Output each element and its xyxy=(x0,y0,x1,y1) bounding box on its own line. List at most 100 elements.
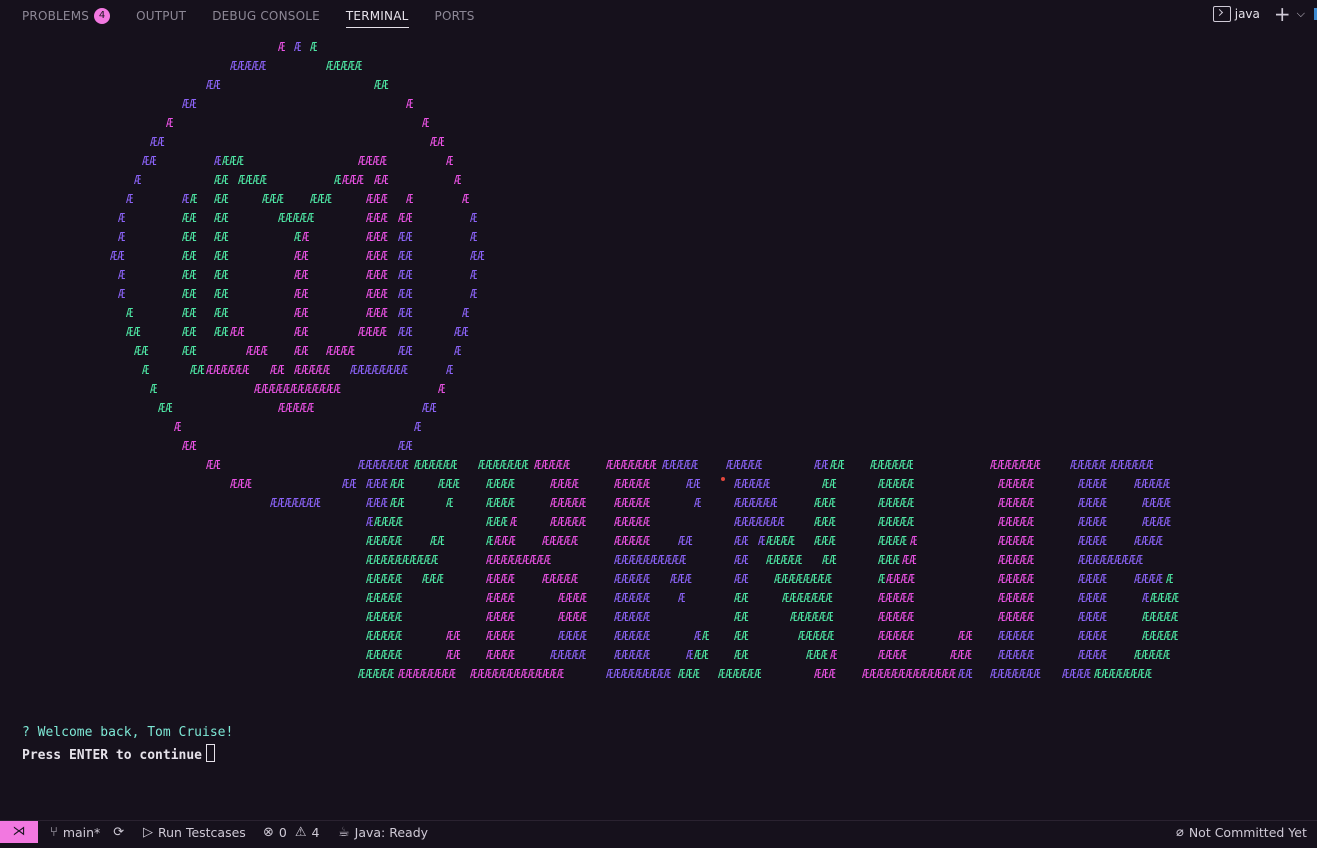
terminal-name: java xyxy=(1234,7,1260,21)
ascii-art-glyphs: ÆÆÆÆ xyxy=(550,477,579,491)
press-enter-text: Press ENTER to continue xyxy=(22,748,203,763)
ascii-art-glyphs: ÆÆ xyxy=(398,325,413,339)
ascii-art-glyphs: ÆÆÆÆÆÆ xyxy=(870,458,914,472)
ascii-art-glyphs: ÆÆ xyxy=(902,553,917,567)
ascii-art-glyphs: ÆÆ xyxy=(190,363,205,377)
ascii-art-glyphs: ÆÆÆÆÆÆÆÆ xyxy=(774,572,832,586)
ascii-art-glyphs: Æ xyxy=(310,40,318,54)
ascii-art-glyphs: Æ xyxy=(470,268,478,282)
ascii-art-glyphs: ÆÆ xyxy=(158,401,173,415)
ascii-art-glyphs: ÆÆÆ xyxy=(814,534,836,548)
ascii-art-glyphs: ÆÆÆÆÆÆ xyxy=(734,496,778,510)
ascii-art-glyphs: ÆÆÆÆÆÆ xyxy=(206,363,250,377)
ascii-art-glyphs: ÆÆÆÆÆ xyxy=(998,515,1035,529)
ascii-art-glyphs: ÆÆ xyxy=(214,211,229,225)
ascii-art-glyphs: Æ xyxy=(366,515,374,529)
ascii-art-glyphs: ÆÆ xyxy=(734,553,749,567)
tab-debug-console[interactable]: DEBUG CONSOLE xyxy=(212,7,320,28)
error-icon: ⊗ xyxy=(263,825,274,840)
ascii-art-glyphs: ÆÆÆÆÆ xyxy=(366,591,403,605)
terminal-icon xyxy=(1212,6,1231,22)
ascii-art-glyphs: ÆÆÆÆÆÆ xyxy=(718,667,762,681)
tab-terminal[interactable]: TERMINAL xyxy=(345,7,409,28)
ascii-art-glyphs: ÆÆÆÆÆ xyxy=(1142,610,1179,624)
ascii-art-glyphs: ÆÆ xyxy=(182,249,197,263)
ascii-art-glyphs: ÆÆÆ xyxy=(366,268,388,282)
ascii-art-glyphs: ÆÆÆ xyxy=(814,515,836,529)
ascii-art-glyphs: ÆÆÆ xyxy=(486,515,508,529)
ascii-art-glyphs: ÆÆÆÆÆÆÆ xyxy=(782,591,833,605)
tab-ports[interactable]: PORTS xyxy=(435,7,475,28)
ascii-art-glyphs: Æ xyxy=(446,363,454,377)
tab-output[interactable]: OUTPUT xyxy=(136,7,186,28)
ascii-art-glyphs: ÆÆÆÆÆ xyxy=(998,591,1035,605)
ascii-art-glyphs: ÆÆ xyxy=(182,97,197,111)
ascii-art-glyphs: ÆÆ xyxy=(294,325,309,339)
ascii-art-glyphs: Æ xyxy=(134,173,142,187)
remote-indicator-button[interactable]: ⋊ xyxy=(0,821,38,843)
ascii-art-glyphs: ÆÆÆÆÆ xyxy=(766,553,803,567)
ascii-art-glyphs: Æ xyxy=(510,515,518,529)
ascii-art-glyphs: ÆÆ xyxy=(182,344,197,358)
ascii-art-glyphs: ÆÆ xyxy=(822,553,837,567)
commit-status[interactable]: ⌀ Not Committed Yet xyxy=(1176,825,1307,840)
warning-count: 4 xyxy=(311,825,320,840)
ascii-art-glyphs: ÆÆÆÆ xyxy=(1078,572,1107,586)
ascii-art-glyphs: ÆÆ xyxy=(142,154,157,168)
ascii-art-glyphs: Æ xyxy=(454,344,462,358)
status-bar: ⋊ ⑂ main* ⟳ ▷ Run Testcases ⊗ 0 ⚠ 4 ☕ Ja… xyxy=(0,820,1317,848)
ascii-art-glyphs: Æ xyxy=(1142,591,1150,605)
run-testcases-button[interactable]: ▷ Run Testcases xyxy=(143,825,246,840)
ascii-art-glyphs: Æ xyxy=(414,420,422,434)
branch-name: main* xyxy=(62,825,101,840)
ascii-art-glyphs: Æ xyxy=(214,154,222,168)
ascii-art-glyphs: Æ xyxy=(126,306,134,320)
ascii-art-glyphs: ÆÆÆ xyxy=(806,648,828,662)
ascii-art-glyphs: ÆÆÆÆÆÆÆÆ xyxy=(350,363,408,377)
branch-indicator[interactable]: ⑂ main* ⟳ xyxy=(50,825,124,840)
ascii-art-glyphs: ÆÆÆÆÆ xyxy=(366,610,403,624)
ascii-art-glyphs: Æ xyxy=(118,287,126,301)
ascii-art-glyphs: ÆÆÆÆÆÆ xyxy=(790,610,834,624)
tab-problems[interactable]: PROBLEMS 4 xyxy=(22,7,111,28)
ascii-art-glyphs: ÆÆÆÆ xyxy=(486,591,515,605)
java-status[interactable]: ☕ Java: Ready xyxy=(338,825,428,840)
ascii-art-glyphs: ÆÆ xyxy=(150,135,165,149)
ascii-art-glyphs: Æ xyxy=(470,211,478,225)
ascii-art-glyphs: ÆÆÆ xyxy=(246,344,268,358)
ascii-art-glyphs: ÆÆÆÆ xyxy=(326,344,355,358)
ascii-art-glyphs: Æ xyxy=(294,40,302,54)
warning-icon: ⚠ xyxy=(294,825,307,840)
chevron-down-icon[interactable]: ⌵ xyxy=(1297,7,1305,21)
ascii-art-glyphs: ÆÆ xyxy=(734,648,749,662)
ascii-art-glyphs: ÆÆÆÆÆ xyxy=(550,648,587,662)
stray-red-dot xyxy=(721,477,725,481)
ascii-art-glyphs: ÆÆÆÆÆ xyxy=(278,401,315,415)
terminal-profile-button[interactable]: java xyxy=(1212,6,1260,22)
ascii-art-glyphs: ÆÆ xyxy=(398,268,413,282)
ascii-art-glyphs: ÆÆ xyxy=(446,629,461,643)
ascii-art-glyphs: ÆÆ xyxy=(214,325,229,339)
ascii-art-glyphs: ÆÆÆ xyxy=(262,192,284,206)
ascii-art-glyphs: ÆÆÆ xyxy=(494,534,516,548)
ascii-art-glyphs: Æ xyxy=(406,97,414,111)
ascii-art-glyphs: ÆÆ xyxy=(398,211,413,225)
sync-icon[interactable]: ⟳ xyxy=(113,825,124,840)
coffee-cup-icon: ☕ xyxy=(338,825,350,840)
terminal-output[interactable]: Æ Æ Æ ÆÆÆÆÆ ÆÆÆÆÆ ÆÆ ÆÆ ÆÆ Æ Æ Æ ÆÆ ÆÆ ÆÆ Æ ÆÆÆ ÆÆÆÆ Æ Æ ÆÆ… xyxy=(0,36,1317,820)
ascii-art-glyphs: ÆÆÆ xyxy=(366,192,388,206)
ascii-art-glyphs: ÆÆÆÆ xyxy=(558,629,587,643)
ascii-art-glyphs: ÆÆÆÆÆ xyxy=(534,458,571,472)
ascii-art-glyphs: ÆÆÆÆÆ xyxy=(326,59,363,73)
ascii-art-glyphs: ÆÆÆÆÆ xyxy=(726,458,763,472)
ascii-art-glyphs: Æ xyxy=(334,173,342,187)
problems-indicator[interactable]: ⊗ 0 ⚠ 4 xyxy=(263,825,319,840)
ascii-art-glyphs: Æ xyxy=(446,154,454,168)
ascii-art-glyphs: Æ xyxy=(142,363,150,377)
ascii-art-glyphs: ÆÆÆÆÆ xyxy=(998,534,1035,548)
new-terminal-plus-icon[interactable]: + xyxy=(1274,4,1291,24)
ascii-art-glyphs: ÆÆÆÆÆ xyxy=(1134,477,1171,491)
ascii-art-glyphs: ÆÆÆÆ xyxy=(486,477,515,491)
ascii-art-glyphs: ÆÆ xyxy=(470,249,485,263)
ascii-art-glyphs: ÆÆÆÆ xyxy=(878,648,907,662)
